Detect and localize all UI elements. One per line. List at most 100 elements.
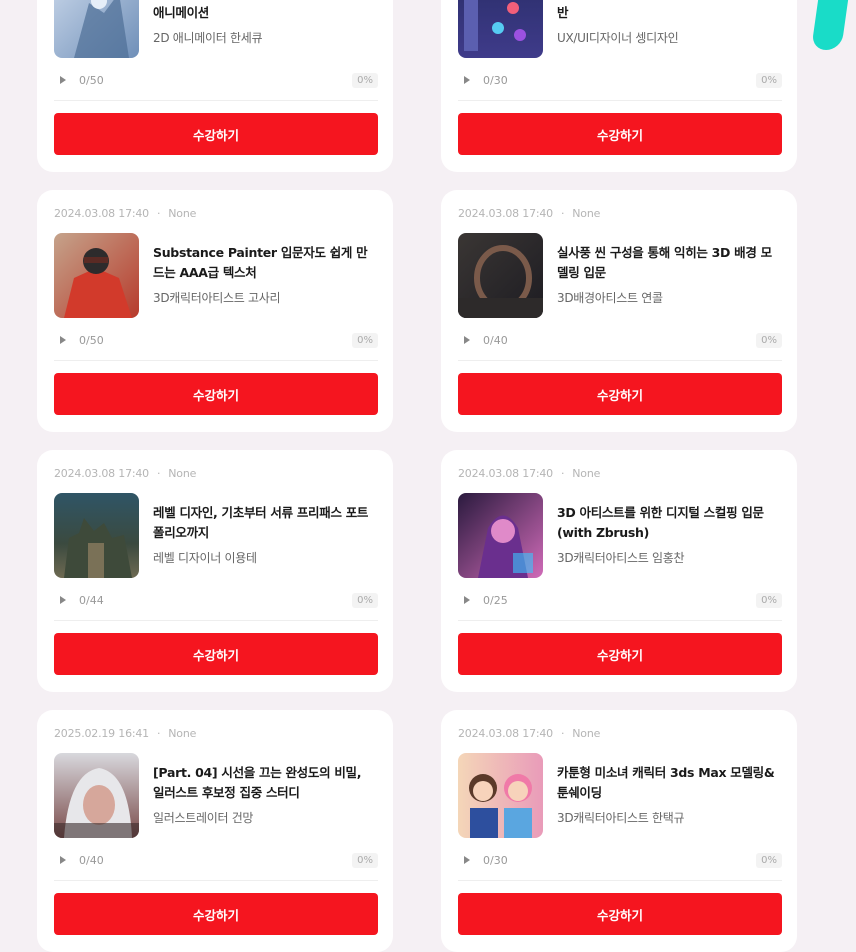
course-author: 3D캐릭터아티스트 한택규 bbox=[557, 811, 685, 825]
progress-percent-badge: 0% bbox=[756, 332, 782, 348]
play-icon bbox=[60, 336, 66, 344]
progress-row: 0/40 0% bbox=[54, 850, 378, 870]
play-icon bbox=[60, 596, 66, 604]
enroll-button[interactable]: 수강하기 bbox=[458, 113, 782, 155]
enroll-button[interactable]: 수강하기 bbox=[54, 373, 378, 415]
divider bbox=[54, 360, 378, 361]
course-meta: 2024.03.08 17:40 · None bbox=[458, 467, 600, 480]
enroll-button[interactable]: 수강하기 bbox=[54, 893, 378, 935]
divider bbox=[458, 620, 782, 621]
divider bbox=[458, 880, 782, 881]
course-author: 일러스트레이터 건망 bbox=[153, 811, 254, 825]
divider bbox=[458, 360, 782, 361]
course-status: None bbox=[168, 207, 197, 220]
course-date: 2024.03.08 17:40 bbox=[458, 467, 553, 480]
progress-row: 0/40 0% bbox=[458, 330, 782, 350]
lesson-count: 0/30 bbox=[483, 853, 508, 867]
course-title[interactable]: 게임 UX/UI 디자인 취업 포트폴리오 완성반 bbox=[557, 0, 779, 23]
divider bbox=[54, 100, 378, 101]
course-thumbnail[interactable] bbox=[458, 493, 543, 578]
course-title[interactable]: [Part. 04] 시선을 끄는 완성도의 비밀, 일러스트 후보정 집중 스… bbox=[153, 763, 375, 803]
course-author: UX/UI디자이너 셍디자인 bbox=[557, 31, 679, 45]
course-card: 2025.02.19 16:41 · None [Part. 04] 시선을 끄는 … bbox=[37, 710, 393, 952]
meta-separator: · bbox=[560, 727, 565, 740]
enroll-button[interactable]: 수강하기 bbox=[54, 113, 378, 155]
lesson-count: 0/50 bbox=[79, 73, 104, 87]
enroll-button[interactable]: 수강하기 bbox=[458, 373, 782, 415]
progress-row: 0/50 0% bbox=[54, 70, 378, 90]
progress-percent-badge: 0% bbox=[352, 332, 378, 348]
meta-separator: · bbox=[560, 467, 565, 480]
progress-percent-badge: 0% bbox=[756, 72, 782, 88]
enroll-button[interactable]: 수강하기 bbox=[54, 633, 378, 675]
course-date: 2024.03.08 17:40 bbox=[54, 207, 149, 220]
divider bbox=[54, 880, 378, 881]
lesson-count: 0/50 bbox=[79, 333, 104, 347]
lesson-count: 0/44 bbox=[79, 593, 104, 607]
enroll-button[interactable]: 수강하기 bbox=[458, 633, 782, 675]
play-icon bbox=[464, 596, 470, 604]
course-date: 2024.03.08 17:40 bbox=[54, 467, 149, 480]
teal-decoration bbox=[811, 0, 851, 50]
course-card: 2024.03.08 17:40 · None 실사풍 씬 구성을 통해 익히는 3… bbox=[441, 190, 797, 432]
course-thumbnail[interactable] bbox=[54, 0, 139, 58]
divider bbox=[54, 620, 378, 621]
meta-separator: · bbox=[156, 467, 161, 480]
course-thumbnail[interactable] bbox=[54, 753, 139, 838]
course-author: 레벨 디자이너 이용테 bbox=[153, 551, 257, 565]
meta-separator: · bbox=[156, 207, 161, 220]
course-thumbnail[interactable] bbox=[458, 753, 543, 838]
course-date: 2024.03.08 17:40 bbox=[458, 727, 553, 740]
divider bbox=[458, 100, 782, 101]
course-meta: 2024.03.08 17:40 · None bbox=[458, 207, 600, 220]
course-card: 2024.03.08 17:40 · None 3D 아티스트를 위한 디지털 스컬… bbox=[441, 450, 797, 692]
course-grid: · 캐릭터에 숨결을 불어넣는 스파인 일러스트 애니메이션 2D 애니메이터 … bbox=[37, 0, 797, 952]
course-title[interactable]: 카툰형 미소녀 캐릭터 3ds Max 모델링&툰쉐이딩 bbox=[557, 763, 779, 803]
progress-percent-badge: 0% bbox=[352, 852, 378, 868]
lesson-count: 0/40 bbox=[483, 333, 508, 347]
course-author: 3D캐릭터아티스트 고사리 bbox=[153, 291, 281, 305]
enroll-button[interactable]: 수강하기 bbox=[458, 893, 782, 935]
progress-percent-badge: 0% bbox=[756, 852, 782, 868]
play-icon bbox=[464, 336, 470, 344]
course-author: 3D배경아티스트 연콜 bbox=[557, 291, 663, 305]
course-status: None bbox=[572, 207, 601, 220]
course-thumbnail[interactable] bbox=[54, 233, 139, 318]
progress-percent-badge: 0% bbox=[352, 72, 378, 88]
lesson-count: 0/30 bbox=[483, 73, 508, 87]
course-title[interactable]: 3D 아티스트를 위한 디지털 스컬핑 입문 (with Zbrush) bbox=[557, 503, 779, 543]
progress-row: 0/44 0% bbox=[54, 590, 378, 610]
course-date: 2025.02.19 16:41 bbox=[54, 727, 149, 740]
play-icon bbox=[60, 76, 66, 84]
course-card: 2024.03.08 17:40 · None 카툰형 미소녀 캐릭터 3ds Ma… bbox=[441, 710, 797, 952]
course-title[interactable]: 실사풍 씬 구성을 통해 익히는 3D 배경 모델링 입문 bbox=[557, 243, 779, 283]
course-title[interactable]: 캐릭터에 숨결을 불어넣는 스파인 일러스트 애니메이션 bbox=[153, 0, 375, 23]
play-icon bbox=[60, 856, 66, 864]
progress-row: 0/25 0% bbox=[458, 590, 782, 610]
course-status: None bbox=[168, 727, 197, 740]
course-card: 2024.03.08 17:40 · None Substance Painter … bbox=[37, 190, 393, 432]
meta-separator: · bbox=[156, 727, 161, 740]
course-status: None bbox=[168, 467, 197, 480]
course-meta: 2024.03.08 17:40 · None bbox=[54, 467, 196, 480]
meta-separator: · bbox=[560, 207, 565, 220]
course-thumbnail[interactable] bbox=[458, 233, 543, 318]
course-title[interactable]: 레벨 디자인, 기초부터 서류 프리패스 포트폴리오까지 bbox=[153, 503, 375, 543]
play-icon bbox=[464, 76, 470, 84]
progress-row: 0/30 0% bbox=[458, 850, 782, 870]
course-author: 2D 애니메이터 한세큐 bbox=[153, 31, 263, 45]
course-thumbnail[interactable] bbox=[458, 0, 543, 58]
course-title[interactable]: Substance Painter 입문자도 쉽게 만드는 AAA급 텍스처 bbox=[153, 243, 375, 283]
course-author: 3D캐릭터아티스트 임홍찬 bbox=[557, 551, 685, 565]
course-status: None bbox=[572, 727, 601, 740]
progress-percent-badge: 0% bbox=[756, 592, 782, 608]
course-date: 2024.03.08 17:40 bbox=[458, 207, 553, 220]
course-card: 2024.03.08 17:40 · None 레벨 디자인, 기초부터 서류 프리… bbox=[37, 450, 393, 692]
course-meta: 2025.02.19 16:41 · None bbox=[54, 727, 196, 740]
course-meta: 2024.03.08 17:40 · None bbox=[458, 727, 600, 740]
course-thumbnail[interactable] bbox=[54, 493, 139, 578]
course-meta: 2024.03.08 17:40 · None bbox=[54, 207, 196, 220]
course-status: None bbox=[572, 467, 601, 480]
course-card: · 캐릭터에 숨결을 불어넣는 스파인 일러스트 애니메이션 2D 애니메이터 … bbox=[37, 0, 393, 172]
progress-row: 0/50 0% bbox=[54, 330, 378, 350]
